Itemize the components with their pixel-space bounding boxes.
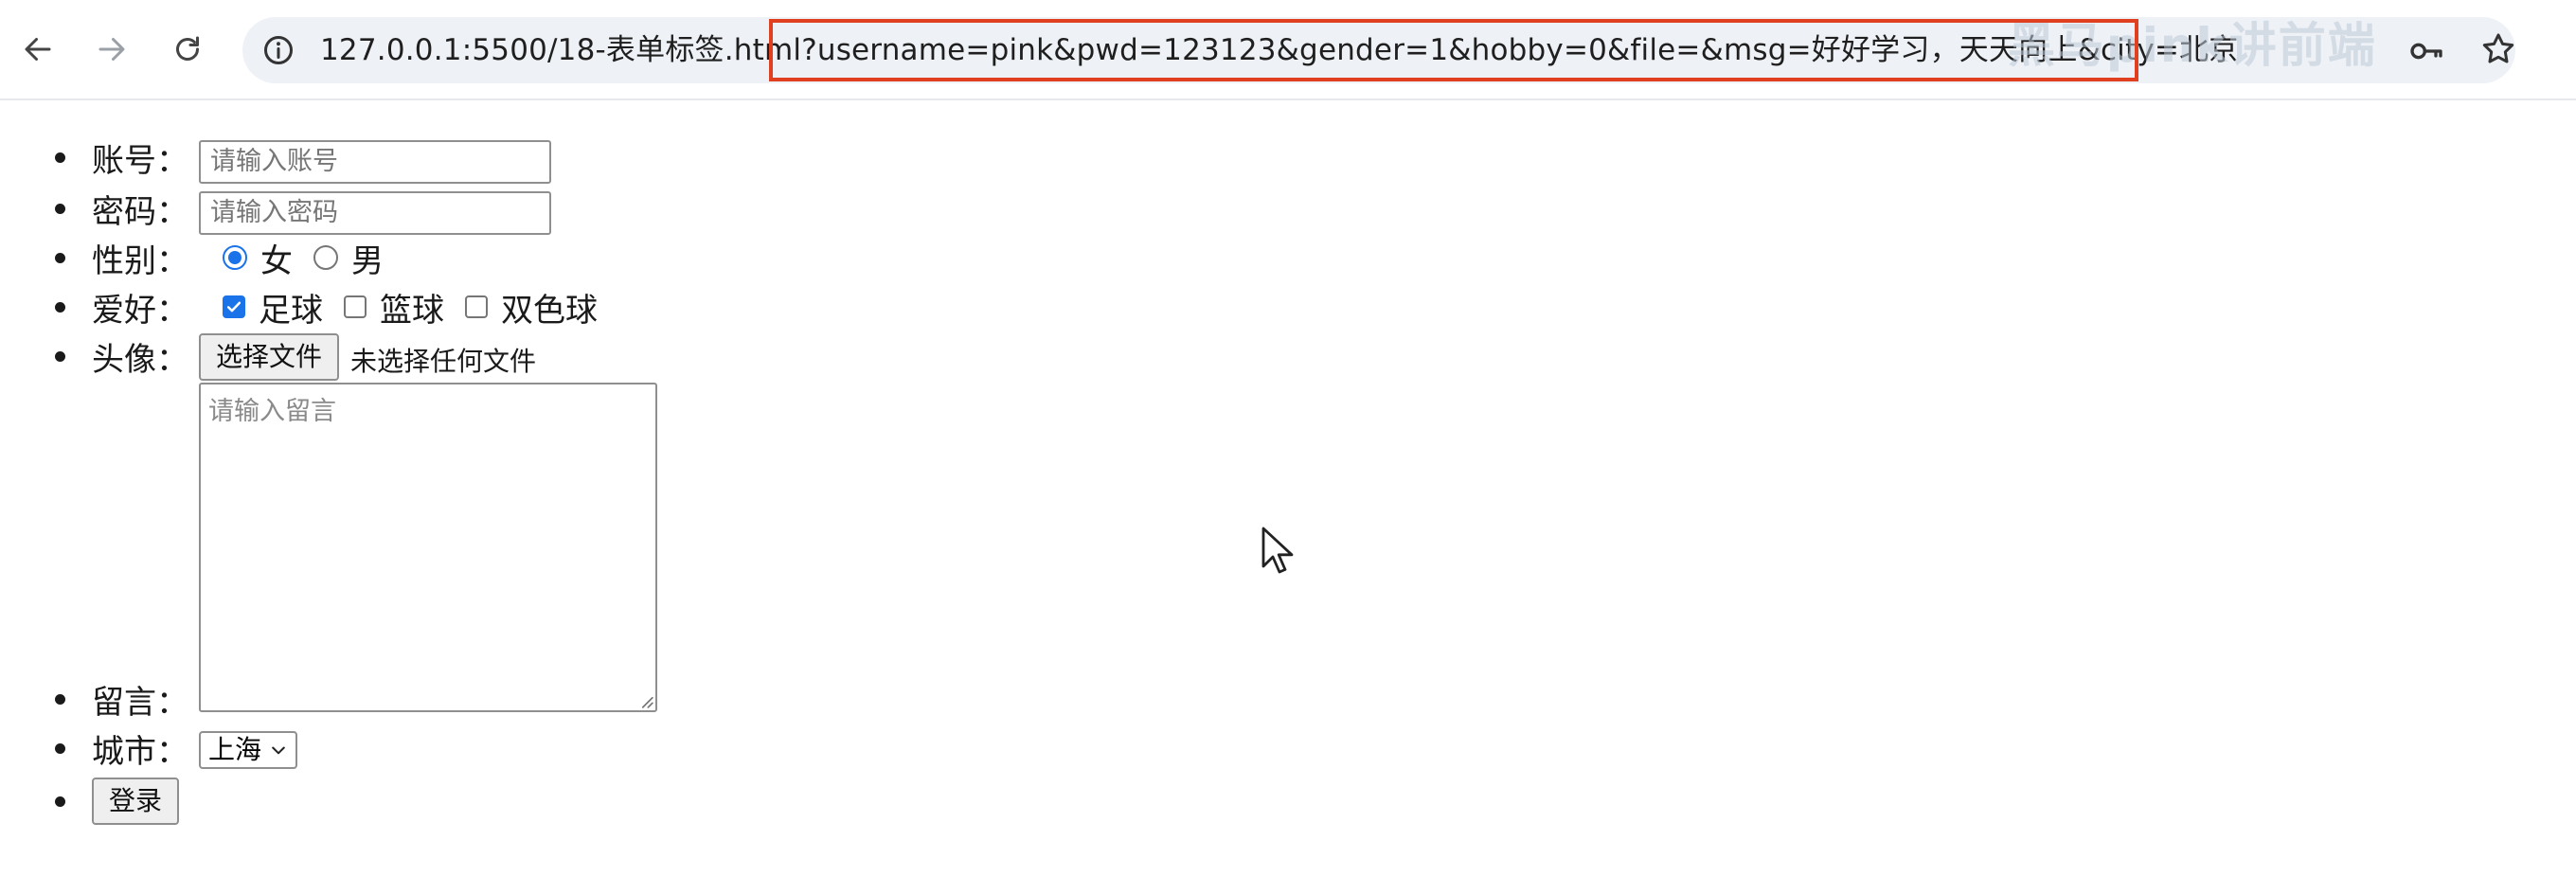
message-placeholder: 请输入留言: [208, 397, 336, 426]
hobby-row: 爱好： 足球 篮球 双色球: [55, 286, 618, 330]
city-selected-value: 上海: [208, 734, 262, 765]
login-button[interactable]: 登录: [92, 778, 180, 825]
hobby-checkbox-football[interactable]: [223, 295, 245, 318]
city-label: 城市：: [92, 732, 188, 771]
message-label: 留言：: [92, 683, 188, 722]
message-row: 留言：: [55, 678, 198, 722]
hobby-option-label: 足球: [259, 291, 323, 330]
watermark: 黑马pink讲前端: [2008, 18, 2377, 73]
list-bullet: [55, 742, 65, 754]
hobby-label: 爱好：: [92, 291, 188, 330]
browser-toolbar: 127.0.0.1:5500/18-表单标签.html?username=pin…: [0, 0, 2576, 100]
avatar-row: 头像：: [55, 335, 198, 379]
reload-button[interactable]: [161, 23, 214, 76]
username-input[interactable]: 请输入账号: [199, 140, 551, 184]
password-key-icon[interactable]: [2407, 32, 2445, 70]
list-bullet: [55, 152, 65, 163]
list-bullet: [55, 203, 65, 214]
gender-label: 性别：: [92, 241, 188, 280]
bookmark-star-icon[interactable]: [2479, 30, 2517, 68]
gender-row: 性别： 女 男: [55, 237, 404, 280]
back-button[interactable]: [11, 23, 64, 76]
arrow-right-icon: [98, 38, 125, 61]
file-status-text: 未选择任何文件: [350, 346, 537, 377]
mouse-cursor-icon: [1261, 527, 1294, 574]
hobby-option-label: 双色球: [501, 291, 598, 330]
list-bullet: [55, 350, 65, 362]
gender-radio-female[interactable]: [223, 245, 247, 270]
list-bullet: [55, 301, 65, 313]
form-page: 账号： 请输入账号 密码： 请输入密码 性别： 女 男 爱好： 足球 篮球 双色…: [0, 98, 2576, 894]
resize-grip-icon[interactable]: [636, 691, 653, 708]
password-input[interactable]: 请输入密码: [199, 191, 551, 235]
username-label: 账号：: [92, 141, 188, 180]
gender-option-label: 男: [351, 241, 384, 280]
hobby-checkbox-lottery[interactable]: [465, 295, 488, 318]
chevron-down-icon: [272, 746, 285, 755]
city-row: 城市：: [55, 727, 198, 771]
url-host: 127.0.0.1:5500/18-表单标签.html: [320, 33, 802, 67]
choose-file-button[interactable]: 选择文件: [199, 333, 340, 381]
message-textarea[interactable]: 请输入留言: [199, 383, 657, 712]
hobby-option-label: 篮球: [380, 291, 444, 330]
arrow-left-icon: [25, 38, 51, 61]
password-label: 密码：: [92, 192, 188, 231]
list-bullet: [55, 796, 65, 807]
gender-option-label: 女: [260, 241, 293, 280]
site-info-icon[interactable]: [261, 33, 295, 67]
list-bullet: [55, 693, 65, 705]
username-row: 账号：: [55, 136, 198, 180]
hobby-checkbox-basketball[interactable]: [344, 295, 367, 318]
gender-radio-male[interactable]: [313, 245, 338, 270]
list-bullet: [55, 252, 65, 263]
checkmark-icon: [226, 301, 242, 313]
forward-button[interactable]: [85, 23, 138, 76]
password-row: 密码：: [55, 188, 198, 231]
city-select[interactable]: 上海: [199, 731, 298, 769]
avatar-label: 头像：: [92, 340, 188, 379]
submit-row: 登录: [55, 775, 180, 828]
reload-icon: [176, 36, 199, 61]
